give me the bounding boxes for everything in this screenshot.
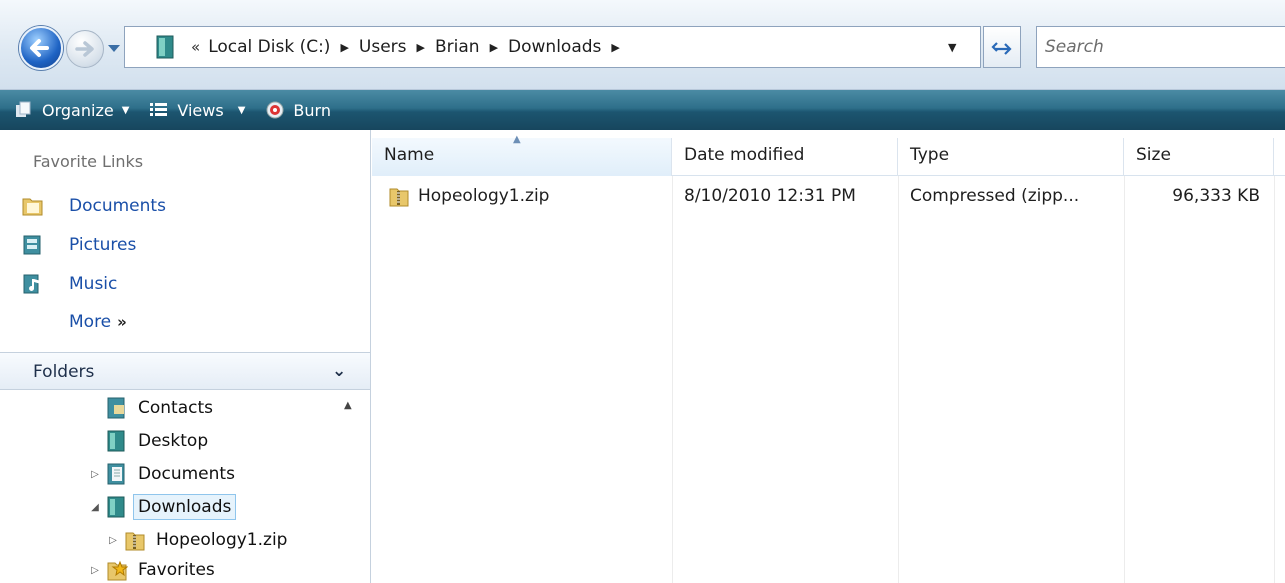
breadcrumb-users[interactable]: Users xyxy=(359,37,407,57)
documents-folder-icon xyxy=(107,463,125,485)
file-list: ▲ Name Date modified Type Size Hopeology… xyxy=(372,130,1285,583)
tree-item-label: Contacts xyxy=(138,398,213,418)
favorite-link-label: Pictures xyxy=(69,235,137,255)
folders-header-label: Folders xyxy=(33,362,95,382)
contacts-folder-icon xyxy=(107,397,125,419)
favorite-links-header: Favorite Links xyxy=(33,152,144,171)
column-header-label: Type xyxy=(910,145,950,165)
tree-item-label: Hopeology1.zip xyxy=(156,530,288,550)
tree-item-label: Documents xyxy=(138,464,235,484)
back-button[interactable] xyxy=(19,26,63,70)
column-header-type[interactable]: Type xyxy=(898,138,1124,176)
refresh-button[interactable] xyxy=(983,26,1021,68)
burn-label: Burn xyxy=(293,100,331,120)
column-divider xyxy=(1274,176,1275,583)
sort-ascending-icon: ▲ xyxy=(513,134,521,145)
file-type: Compressed (zipp... xyxy=(910,186,1080,206)
pictures-folder-icon xyxy=(23,235,41,255)
navigation-pane: Favorite Links Documents Pictures Music … xyxy=(0,130,371,583)
chevron-down-icon: ▼ xyxy=(237,104,246,116)
chevron-down-icon: ▼ xyxy=(121,104,130,116)
double-chevron-right-icon: » xyxy=(117,313,127,331)
favorite-link-pictures[interactable]: Pictures xyxy=(22,231,136,259)
breadcrumb-downloads[interactable]: Downloads xyxy=(508,37,601,57)
address-bar: « Local Disk (C:) ▶ Users ▶ Brian ▶ Down… xyxy=(0,0,1285,90)
burn-button[interactable]: Burn xyxy=(255,90,341,130)
more-label: More xyxy=(69,312,112,332)
downloads-folder-icon xyxy=(107,496,125,518)
tree-expander[interactable]: ▷ xyxy=(106,535,120,546)
burn-disc-icon xyxy=(266,101,284,119)
chevron-down-icon[interactable]: ⌄ xyxy=(332,361,346,381)
favorite-link-label: Documents xyxy=(69,196,166,216)
breadcrumb-separator-icon[interactable]: ▶ xyxy=(490,41,498,54)
column-header-name[interactable]: ▲ Name xyxy=(372,134,672,176)
views-icon xyxy=(150,103,168,116)
forward-arrow-icon xyxy=(75,41,94,57)
folders-header[interactable]: Folders ⌄ xyxy=(0,352,370,390)
music-folder-icon xyxy=(23,274,41,294)
tree-expander[interactable]: ◢ xyxy=(88,502,102,513)
breadcrumb-separator-icon[interactable]: ▶ xyxy=(417,41,425,54)
organize-menu-button[interactable]: Organize ▼ xyxy=(0,90,139,130)
tree-item-downloads[interactable]: ◢ Downloads xyxy=(88,491,237,523)
column-header-label: Name xyxy=(384,145,435,165)
zip-folder-icon xyxy=(125,532,145,551)
tree-item-favorites[interactable]: ▷ Favorites xyxy=(88,557,215,583)
column-header-row: ▲ Name Date modified Type Size xyxy=(372,134,1285,176)
column-header-label: Date modified xyxy=(684,145,805,165)
breadcrumb-separator-icon[interactable]: ▶ xyxy=(611,41,619,54)
file-name-cell: Hopeology1.zip xyxy=(388,180,549,212)
favorite-link-documents[interactable]: Documents xyxy=(22,192,166,220)
table-row[interactable]: Hopeology1.zip 8/10/2010 12:31 PM Compre… xyxy=(372,180,1285,212)
back-arrow-icon xyxy=(30,39,49,57)
folder-icon xyxy=(156,35,174,59)
column-header-date-modified[interactable]: Date modified xyxy=(672,138,898,176)
recent-pages-dropdown-icon[interactable] xyxy=(107,42,121,54)
command-toolbar: Organize ▼ Views ▼ Burn xyxy=(0,90,1285,130)
file-name: Hopeology1.zip xyxy=(418,186,550,206)
search-input[interactable] xyxy=(1045,27,1275,67)
file-date-modified: 8/10/2010 12:31 PM xyxy=(684,186,856,206)
column-header-size[interactable]: Size xyxy=(1124,138,1274,176)
organize-label: Organize xyxy=(42,100,114,120)
favorite-link-label: Music xyxy=(69,274,118,294)
views-menu-button[interactable]: Views ▼ xyxy=(139,90,255,130)
tree-expander[interactable]: ▷ xyxy=(88,565,102,576)
tree-item-desktop[interactable]: Desktop xyxy=(88,425,208,457)
column-divider xyxy=(1124,176,1125,583)
breadcrumb-overflow[interactable]: « xyxy=(191,38,200,56)
organize-icon xyxy=(16,101,31,117)
breadcrumb-brian[interactable]: Brian xyxy=(435,37,480,57)
file-size: 96,333 KB xyxy=(1172,186,1260,206)
breadcrumb-items: « Local Disk (C:) ▶ Users ▶ Brian ▶ Down… xyxy=(191,27,630,67)
tree-item-label: Downloads xyxy=(133,494,237,520)
more-favorites-link[interactable]: More » xyxy=(69,312,127,332)
documents-folder-icon xyxy=(22,198,43,216)
breadcrumb[interactable]: « Local Disk (C:) ▶ Users ▶ Brian ▶ Down… xyxy=(124,26,981,68)
tree-item-contacts[interactable]: Contacts xyxy=(88,392,213,424)
tree-expander[interactable]: ▷ xyxy=(88,469,102,480)
breadcrumb-local-disk[interactable]: Local Disk (C:) xyxy=(208,37,330,57)
refresh-icon xyxy=(991,42,1012,55)
tree-item-label: Favorites xyxy=(138,560,215,580)
address-history-dropdown-icon[interactable]: ▼ xyxy=(948,41,956,54)
forward-button[interactable] xyxy=(66,30,104,68)
tree-item-documents[interactable]: ▷ Documents xyxy=(88,458,235,490)
search-box[interactable] xyxy=(1036,26,1285,68)
zip-folder-icon xyxy=(389,188,409,207)
favorite-link-music[interactable]: Music xyxy=(22,270,117,298)
favorites-folder-icon xyxy=(107,560,128,581)
column-header-label: Size xyxy=(1136,145,1171,165)
column-divider xyxy=(898,176,899,583)
folder-tree-scrollbar[interactable]: ▲ xyxy=(339,392,361,583)
column-divider xyxy=(672,176,673,583)
tree-item-hopeology-zip[interactable]: ▷ Hopeology1.zip xyxy=(106,524,287,556)
tree-item-label: Desktop xyxy=(138,431,209,451)
scroll-up-icon[interactable]: ▲ xyxy=(344,400,352,411)
breadcrumb-separator-icon[interactable]: ▶ xyxy=(340,41,348,54)
desktop-folder-icon xyxy=(107,430,125,452)
views-label: Views xyxy=(177,100,224,120)
